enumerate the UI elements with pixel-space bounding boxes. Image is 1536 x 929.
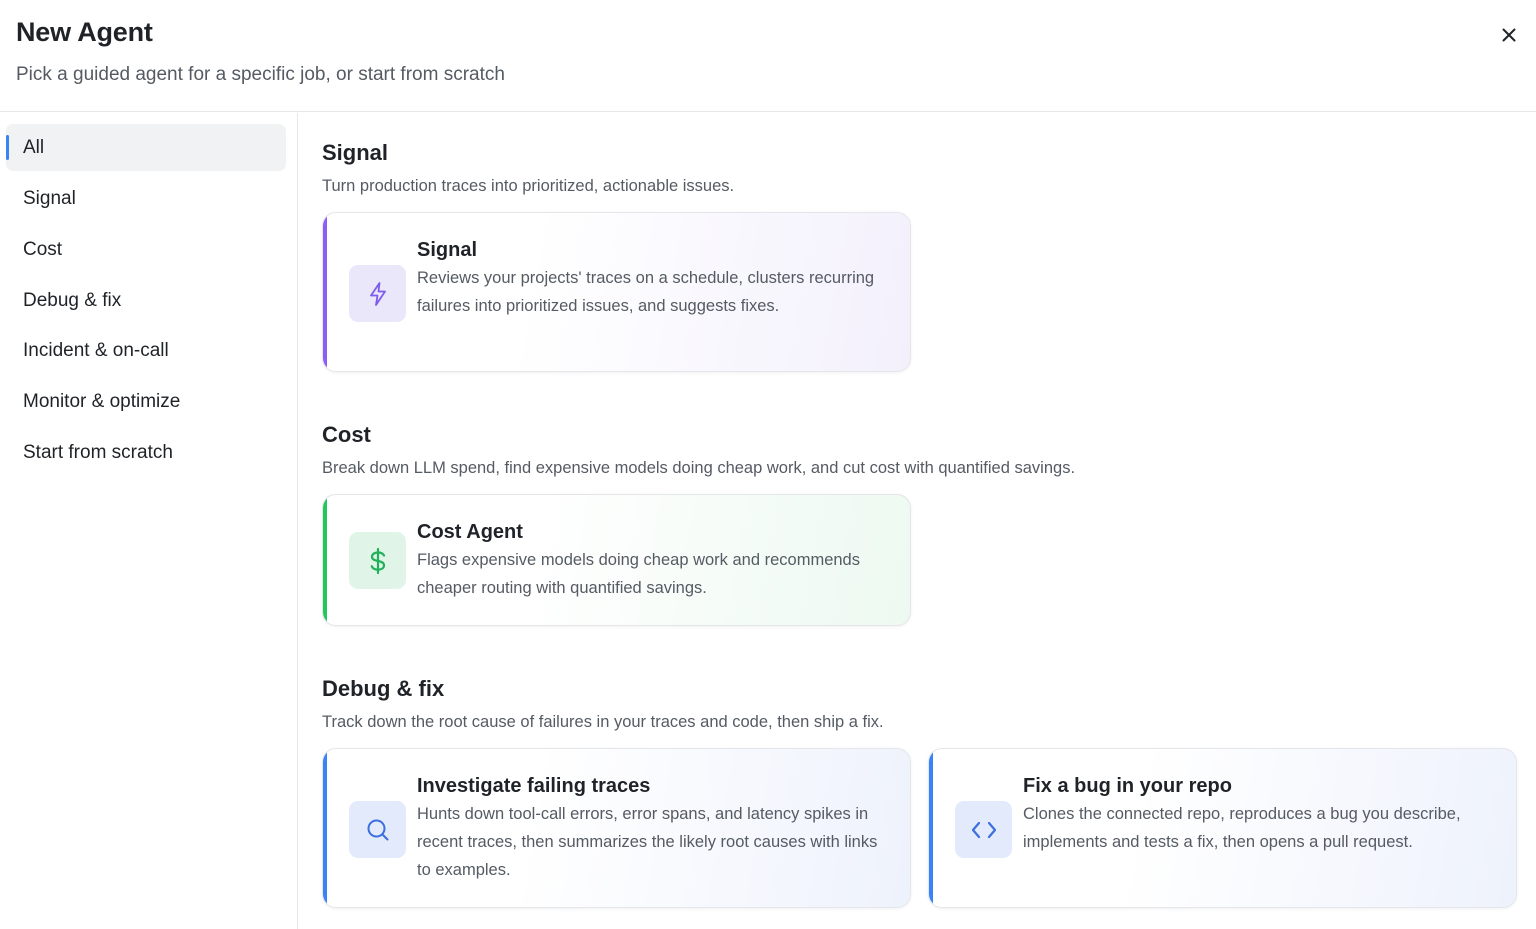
- category-sidebar: All Signal Cost Debug & fix Incident & o…: [0, 113, 298, 929]
- sidebar-item-label: Start from scratch: [23, 441, 173, 463]
- dollar-icon: [370, 547, 385, 574]
- dialog-header: New Agent Pick a guided agent for a spec…: [0, 0, 1536, 112]
- card-icon-box: [349, 265, 406, 322]
- sidebar-item-debug-fix[interactable]: Debug & fix: [6, 277, 286, 324]
- section-title-signal: Signal: [322, 140, 389, 165]
- section-description-debug-fix: Track down the root cause of failures in…: [322, 713, 884, 731]
- sidebar-item-start-from-scratch[interactable]: Start from scratch: [6, 429, 286, 476]
- sidebar-item-label: Cost: [23, 238, 63, 260]
- search-icon: [367, 819, 388, 840]
- card-accent: [323, 749, 327, 907]
- agent-card-signal[interactable]: Signal Reviews your projects' traces on …: [322, 212, 911, 372]
- sidebar-item-signal[interactable]: Signal: [6, 175, 286, 222]
- agent-list: Signal Turn production traces into prior…: [299, 113, 1536, 929]
- sidebar-item-incident-on-call[interactable]: Incident & on-call: [6, 327, 286, 374]
- agent-card-fix-a-bug-in-your-repo[interactable]: Fix a bug in your repo Clones the connec…: [928, 748, 1517, 908]
- card-icon-box: [349, 532, 406, 589]
- card-accent: [929, 749, 933, 907]
- dialog-subtitle: Pick a guided agent for a specific job, …: [16, 64, 505, 85]
- sidebar-item-label: Signal: [23, 187, 76, 209]
- card-title: Signal: [417, 239, 478, 261]
- sidebar-item-label: Incident & on-call: [23, 339, 169, 361]
- section-title-cost: Cost: [322, 422, 371, 447]
- card-title: Investigate failing traces: [417, 775, 651, 797]
- card-description: Clones the connected repo, reproduces a …: [1023, 805, 1461, 851]
- close-icon: [1502, 28, 1516, 42]
- sidebar-item-label: Debug & fix: [23, 289, 122, 311]
- card-accent: [323, 495, 327, 625]
- section-description-signal: Turn production traces into prioritized,…: [322, 177, 735, 195]
- sidebar-item-all[interactable]: All: [6, 124, 286, 171]
- card-icon-box: [955, 801, 1012, 858]
- sidebar-item-label: Monitor & optimize: [23, 390, 181, 412]
- section-title-debug-fix: Debug & fix: [322, 676, 445, 701]
- card-accent: [323, 213, 327, 371]
- section-description-cost: Break down LLM spend, find expensive mod…: [322, 459, 1076, 477]
- card-title: Fix a bug in your repo: [1023, 775, 1232, 797]
- sidebar-item-monitor-optimize[interactable]: Monitor & optimize: [6, 378, 286, 425]
- agent-card-investigate-failing-traces[interactable]: Investigate failing traces Hunts down to…: [322, 748, 911, 908]
- sidebar-item-label: All: [23, 136, 45, 158]
- card-description: Reviews your projects' traces on a sched…: [417, 269, 875, 315]
- lightning-icon: [369, 281, 386, 306]
- card-description: Flags expensive models doing cheap work …: [417, 551, 860, 597]
- close-button[interactable]: [1494, 20, 1524, 50]
- card-description: Hunts down tool-call errors, error spans…: [417, 805, 878, 879]
- agent-card-cost-agent[interactable]: Cost Agent Flags expensive models doing …: [322, 494, 911, 626]
- card-title: Cost Agent: [417, 521, 523, 543]
- dialog-title: New Agent: [16, 17, 153, 47]
- code-icon: [971, 821, 996, 838]
- sidebar-item-cost[interactable]: Cost: [6, 226, 286, 273]
- card-icon-box: [349, 801, 406, 858]
